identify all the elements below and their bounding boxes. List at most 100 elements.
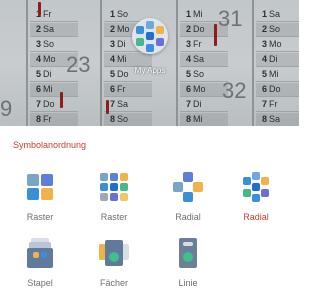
day-weekday: Do	[43, 99, 55, 109]
day-weekday: Mo	[117, 24, 130, 34]
calendar-day: 5 So	[180, 68, 228, 82]
calendar-day: 4 Sa	[180, 53, 228, 67]
day-number: 5	[35, 69, 41, 79]
radial-9-icon	[241, 172, 271, 202]
folder-app-icon	[146, 21, 154, 29]
folder-app-icon	[136, 26, 144, 34]
option-label: Stapel	[27, 278, 53, 288]
day-number: 8	[35, 114, 41, 124]
day-number: 1	[185, 9, 191, 19]
option-fan[interactable]: Fächer	[84, 238, 144, 298]
day-weekday: Sa	[117, 99, 129, 109]
calendar-divider	[100, 0, 102, 126]
day-number: 6	[35, 84, 41, 94]
day-weekday: So	[43, 39, 55, 49]
day-weekday: Di	[43, 69, 52, 79]
day-weekday: Sa	[269, 114, 281, 124]
folder-app-icon	[136, 38, 144, 46]
day-number: 8	[261, 114, 267, 124]
folder-app-icon	[156, 26, 164, 34]
day-weekday: So	[117, 114, 129, 124]
sheet-title: Symbolanordnung	[13, 140, 87, 150]
day-number: 4	[35, 54, 41, 64]
option-grid-4[interactable]: Raster	[10, 172, 70, 232]
ink-mark	[38, 2, 41, 16]
day-weekday: Mo	[43, 54, 56, 64]
folder-app-icon	[146, 44, 154, 52]
day-weekday: So	[193, 69, 205, 79]
day-number: 4	[261, 54, 267, 64]
calendar-divider	[176, 0, 178, 126]
day-number: 2	[261, 24, 267, 34]
option-grid-9[interactable]: Raster	[84, 172, 144, 232]
day-weekday: Do	[193, 24, 205, 34]
day-number: 3	[35, 39, 41, 49]
day-number: 5	[261, 69, 267, 79]
option-label: Raster	[100, 212, 128, 222]
calendar-day: 2 Sa	[30, 23, 78, 37]
day-number: 4	[185, 54, 191, 64]
day-number: 7	[261, 99, 267, 109]
day-number: 2	[109, 24, 115, 34]
day-weekday: Mi	[269, 69, 279, 79]
week-number: 23	[66, 52, 91, 77]
day-weekday: Mo	[269, 39, 282, 49]
day-number: 1	[261, 9, 267, 19]
calendar-day: 7 Fr	[256, 98, 299, 112]
day-number: 3	[185, 39, 191, 49]
stack-icon	[25, 238, 55, 268]
radial-icon	[173, 172, 203, 202]
day-weekday: Di	[269, 54, 278, 64]
calendar-day: 7 Sa	[104, 98, 152, 112]
day-weekday: Sa	[193, 54, 205, 64]
day-number: 3	[261, 39, 267, 49]
day-number: 8	[185, 114, 191, 124]
week-number: 31	[218, 6, 243, 31]
option-label: Radial	[243, 212, 269, 222]
folder-label: My Apps	[134, 66, 166, 75]
day-weekday: Do	[269, 84, 281, 94]
folder-app-icon	[146, 32, 154, 40]
option-label: Radial	[175, 212, 201, 222]
calendar-day: 6 Do	[256, 83, 299, 97]
calendar-day: 6 Mi	[30, 83, 78, 97]
option-radial[interactable]: Radial	[158, 172, 218, 232]
folder-app-icon	[156, 38, 164, 46]
week-number: 9	[0, 96, 13, 121]
calendar-day: 7 Do	[30, 98, 78, 112]
option-line[interactable]: Linie	[158, 238, 218, 298]
day-weekday: Sa	[43, 24, 55, 34]
day-weekday: Fr	[269, 99, 278, 109]
day-number: 6	[185, 84, 191, 94]
option-label: Raster	[26, 212, 54, 222]
calendar-day: 6 Mo	[180, 83, 228, 97]
option-stack[interactable]: Stapel	[10, 238, 70, 298]
ink-mark	[60, 92, 63, 108]
calendar-day: 3 Fr	[180, 38, 228, 52]
ink-mark	[106, 100, 109, 114]
calendar-day: 3 Mo	[256, 38, 299, 52]
calendar-divider	[26, 0, 28, 126]
day-number: 6	[109, 84, 115, 94]
calendar-day: 1 Sa	[256, 8, 299, 22]
app-folder[interactable]	[132, 18, 168, 54]
day-weekday: Mi	[193, 9, 203, 19]
day-weekday: So	[117, 9, 129, 19]
fan-icon	[99, 238, 129, 268]
option-radial-9-selected[interactable]: Radial	[226, 172, 286, 232]
day-number: 8	[109, 114, 115, 124]
day-weekday: Fr	[43, 114, 52, 124]
calendar-day: 8 So	[104, 113, 152, 126]
day-number: 7	[185, 99, 191, 109]
grid-4-icon	[25, 172, 55, 202]
ink-mark	[214, 24, 217, 46]
day-weekday: Mo	[193, 84, 206, 94]
calendar-column: 1 Sa 2 So 3 Mo 4 Di 5 Mi 6 Do 7 Fr 8 Sa	[256, 0, 299, 126]
calendar-day: 2 So	[256, 23, 299, 37]
option-label: Linie	[178, 278, 198, 288]
day-weekday: Mi	[117, 54, 127, 64]
day-weekday: Fr	[117, 84, 126, 94]
day-number: 5	[185, 69, 191, 79]
day-weekday: Mi	[193, 114, 203, 124]
grid-9-icon	[99, 172, 129, 202]
